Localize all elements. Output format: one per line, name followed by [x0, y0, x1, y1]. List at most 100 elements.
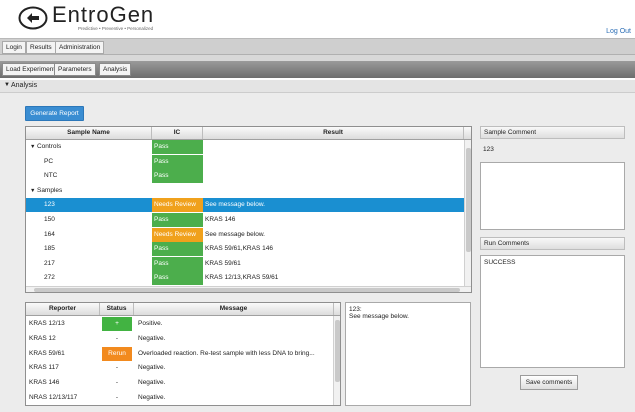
vertical-scrollbar[interactable] — [464, 140, 471, 287]
sample-comment-title: Sample Comment — [480, 126, 625, 139]
sample-name: 217 — [44, 259, 55, 267]
sample-name: 272 — [44, 274, 55, 282]
table-row[interactable]: KRAS 12 - Negative. — [26, 332, 340, 346]
sample-name: Controls — [36, 143, 62, 150]
status-badge: Rerun — [102, 346, 132, 361]
status-badge: - — [115, 364, 119, 372]
result-cell: See message below. — [205, 201, 265, 209]
menu-login[interactable]: Login — [2, 41, 26, 54]
run-comments-input[interactable]: SUCCESS — [480, 255, 625, 368]
column-header-status[interactable]: Status — [100, 303, 134, 315]
table-row[interactable]: 217 Pass KRAS 59/61 — [26, 256, 471, 271]
logout-link[interactable]: Log Out — [606, 28, 631, 35]
detail-message: See message below. — [349, 313, 409, 320]
expand-chevron-icon[interactable]: ▼ — [30, 144, 37, 150]
sample-name: NTC — [44, 172, 58, 180]
sample-name-cell: 272 — [42, 271, 150, 285]
sample-comment-input[interactable] — [480, 162, 625, 230]
table-header: Sample Name IC Result — [26, 127, 471, 140]
reporter-cell: KRAS 146 — [29, 379, 60, 387]
sample-name-cell: 185 — [42, 242, 150, 256]
chevron-down-icon: ▼ — [4, 82, 10, 88]
ic-status-cell: Pass — [152, 271, 203, 286]
column-header-ic[interactable]: IC — [152, 127, 203, 139]
sample-name: 150 — [44, 216, 55, 223]
table-row[interactable]: NTC Pass — [26, 169, 471, 184]
scrollbar-thumb[interactable] — [34, 288, 460, 292]
tab-analysis[interactable]: Analysis — [99, 63, 132, 76]
logo-tagline: Predictive • Preventive • Personalized — [78, 26, 154, 31]
vertical-scrollbar[interactable] — [333, 316, 340, 405]
app-header: EntroGen Predictive • Preventive • Perso… — [0, 0, 635, 38]
menu-bar: Login Results Administration — [0, 38, 635, 55]
ic-status-cell: Pass — [152, 169, 203, 184]
logo-name: EntroGen — [52, 2, 155, 27]
table-row[interactable]: 164 Needs Review See message below. — [26, 227, 471, 242]
run-comments-title: Run Comments — [480, 237, 625, 250]
status-badge: - — [115, 379, 119, 387]
table-row[interactable]: KRAS 146 - Negative. — [26, 376, 340, 390]
horizontal-scrollbar[interactable] — [26, 286, 471, 292]
table-row[interactable]: 123 Needs Review See message below. — [26, 198, 471, 213]
message-cell: Negative. — [138, 364, 166, 372]
result-cell: KRAS 146 — [205, 216, 236, 223]
table-row[interactable]: 272 Pass KRAS 12/13,KRAS 59/61 — [26, 271, 471, 286]
menu-administration[interactable]: Administration — [55, 41, 105, 54]
sample-name-cell: ▼ Controls — [28, 140, 148, 154]
expand-chevron-icon[interactable]: ▼ — [30, 188, 37, 194]
column-header-reporter[interactable]: Reporter — [26, 303, 100, 315]
sample-name: PC — [44, 157, 54, 165]
ic-status-cell: Pass — [152, 242, 203, 257]
message-cell: Negative. — [138, 379, 166, 387]
status-badge: + — [102, 317, 132, 331]
reporter-cell: NRAS 12/13/117 — [29, 394, 78, 401]
message-cell: Positive. — [138, 320, 163, 327]
sample-name-cell: NTC — [42, 169, 150, 183]
table-row[interactable]: KRAS 59/61 Rerun Overloaded reaction. Re-t… — [26, 346, 340, 361]
generate-report-button[interactable]: Generate Report — [25, 106, 84, 121]
reporter-cell: KRAS 59/61 — [29, 349, 65, 357]
column-header-sample-name[interactable]: Sample Name — [26, 127, 152, 139]
result-cell: KRAS 59/61 — [205, 259, 241, 267]
sample-comment-id: 123 — [483, 146, 494, 153]
reporter-cell: KRAS 117 — [29, 364, 59, 372]
result-cell — [203, 169, 463, 183]
sample-name: 123 — [44, 201, 55, 209]
sample-name: 164 — [44, 230, 55, 238]
result-cell — [203, 184, 463, 198]
tree-group-row[interactable]: ▼ Controls Pass — [26, 140, 471, 154]
reporter-cell: KRAS 12 — [29, 334, 56, 342]
tree-group-row[interactable]: ▼ Samples — [26, 184, 471, 198]
column-header-result[interactable]: Result — [203, 127, 464, 139]
reporter-cell: KRAS 12/13 — [29, 320, 65, 327]
sample-name-cell: PC — [42, 155, 150, 169]
sample-name-cell: 164 — [42, 228, 150, 242]
table-row[interactable]: 150 Pass KRAS 146 — [26, 213, 471, 227]
reporter-table: Reporter Status Message KRAS 12/13 + Posit… — [25, 302, 341, 406]
sample-name-cell: 150 — [42, 213, 150, 227]
ic-status-cell: Pass — [152, 140, 203, 154]
result-cell — [203, 140, 463, 154]
tab-parameters[interactable]: Parameters — [54, 63, 96, 76]
ic-status-cell: Pass — [152, 154, 203, 169]
scrollbar-thumb[interactable] — [466, 148, 471, 252]
tab-load-experiment[interactable]: Load Experiment — [2, 63, 60, 76]
sample-name: Samples — [36, 186, 63, 194]
message-cell: Negative. — [138, 334, 166, 342]
result-cell: See message below. — [205, 230, 265, 238]
table-row[interactable]: KRAS 117 - Negative. — [26, 361, 340, 375]
table-row[interactable]: 185 Pass KRAS 59/61,KRAS 146 — [26, 242, 471, 257]
ic-status-cell: Pass — [152, 256, 203, 271]
table-row[interactable]: PC Pass — [26, 154, 471, 169]
column-header-message[interactable]: Message — [134, 303, 334, 315]
table-row[interactable]: KRAS 12/13 + Positive. — [26, 317, 340, 331]
scrollbar-thumb[interactable] — [335, 320, 340, 382]
message-cell: Overloaded reaction. Re-test sample with… — [138, 349, 315, 357]
save-comments-button[interactable]: Save comments — [520, 375, 578, 390]
analysis-section-header[interactable]: ▼ Analysis — [0, 80, 635, 93]
section-title: Analysis — [11, 82, 38, 89]
table-row[interactable]: NRAS 12/13/117 - Negative. — [26, 391, 340, 405]
message-detail-box: 123: See message below. — [345, 302, 471, 406]
message-cell: Negative. — [138, 394, 166, 401]
menu-results[interactable]: Results — [26, 41, 56, 54]
